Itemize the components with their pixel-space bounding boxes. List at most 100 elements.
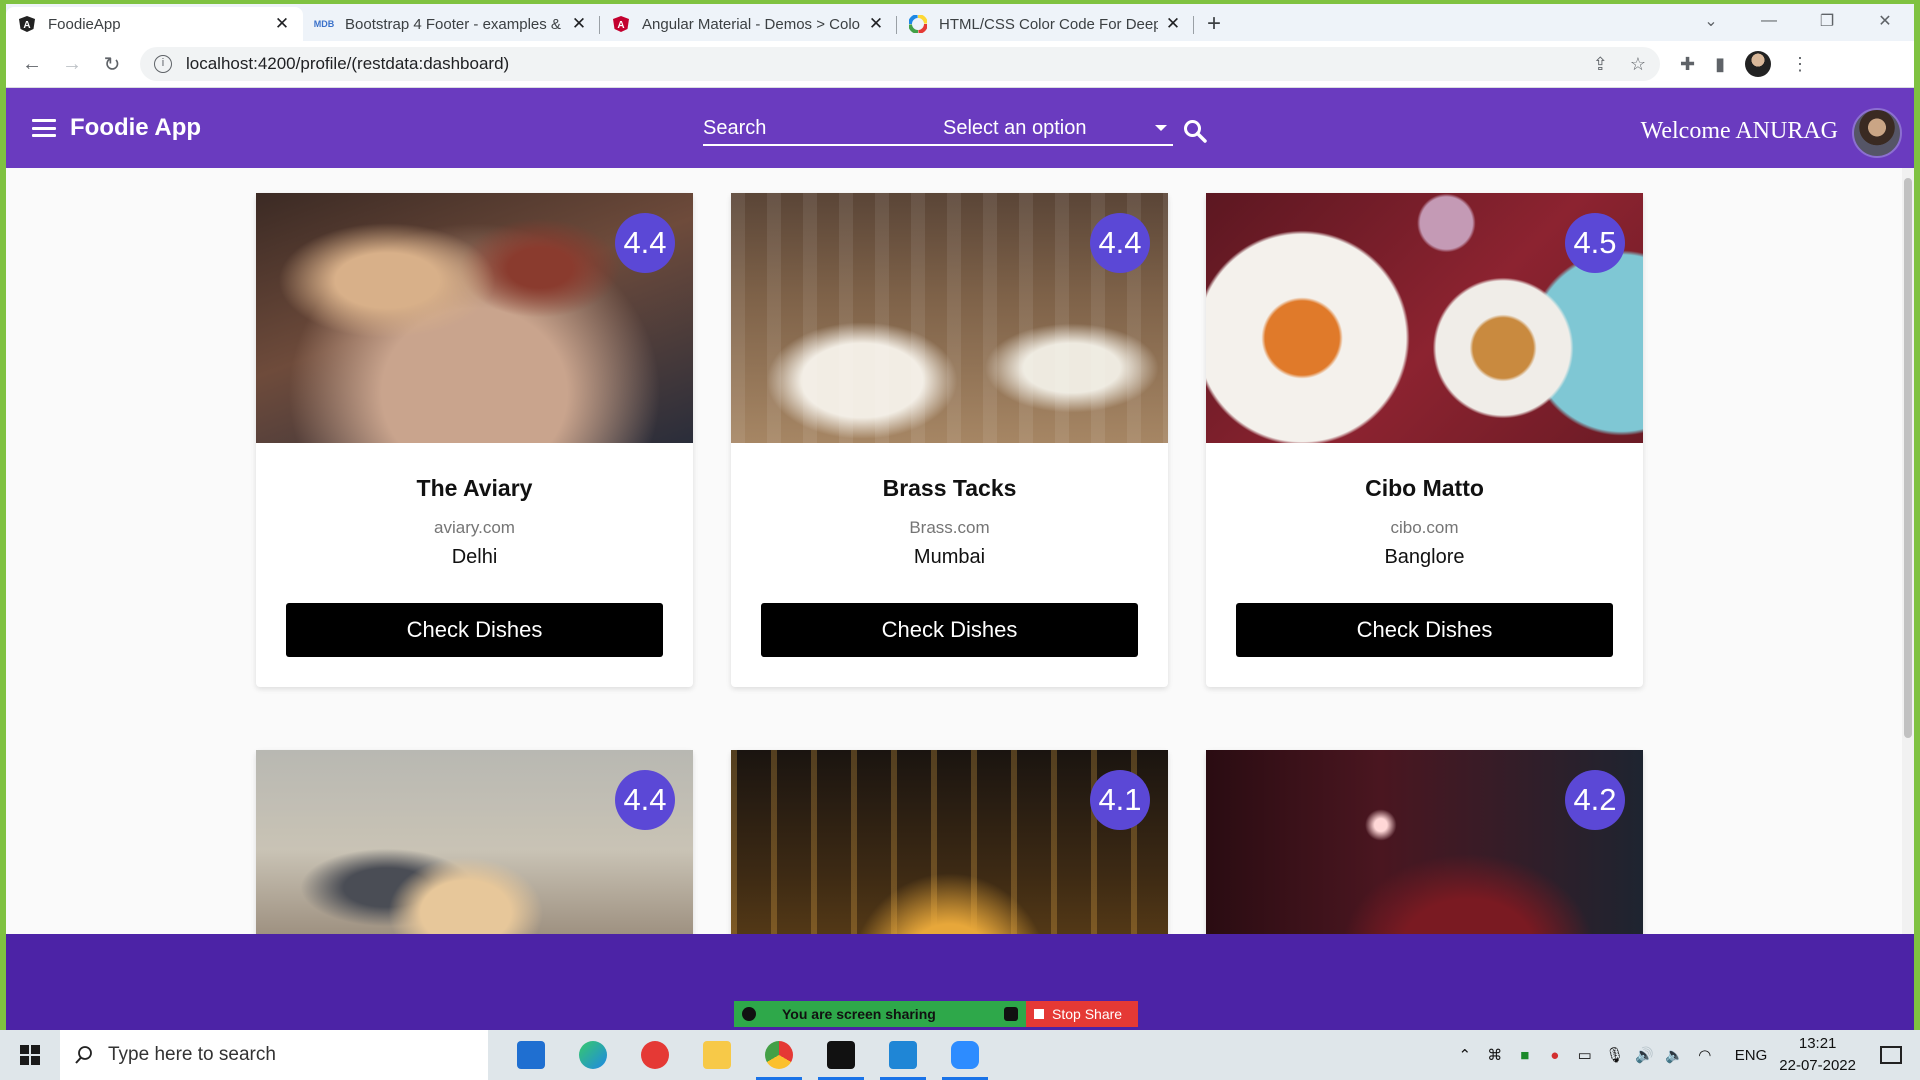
profile-icon[interactable] (1745, 51, 1771, 77)
notification-icon[interactable] (1880, 1046, 1902, 1064)
edge-app[interactable] (562, 1030, 624, 1080)
tab-title: Angular Material - Demos > Colo (642, 15, 861, 33)
rating-badge: 4.1 (1090, 770, 1150, 830)
extensions-icon[interactable]: ✚ (1680, 54, 1695, 75)
search-icon (75, 1046, 92, 1064)
forward-icon[interactable]: → (52, 53, 92, 76)
user-avatar[interactable] (1852, 108, 1902, 158)
option-select[interactable]: Select an option (943, 117, 1173, 140)
speaker-icon[interactable]: 🔈 (1663, 1046, 1687, 1064)
screen-share-bar: You are screen sharing Stop Share (734, 1001, 1138, 1027)
restaurant-card: 4.5 Cibo Matto cibo.com Banglore Check D… (1206, 193, 1643, 687)
microphone-icon[interactable]: 🎙 (1603, 1046, 1627, 1064)
rating-badge: 4.5 (1565, 213, 1625, 273)
restaurant-site: aviary.com (434, 518, 515, 537)
share-icon[interactable]: ⇪ (1593, 54, 1608, 75)
clock-time: 13:21 (1798, 1035, 1837, 1052)
scrollbar-thumb[interactable] (1904, 178, 1912, 738)
svg-text:A: A (617, 20, 624, 31)
start-button[interactable] (0, 1030, 60, 1080)
taskbar-apps (500, 1030, 996, 1080)
check-dishes-button[interactable]: Check Dishes (761, 603, 1138, 657)
side-panel-icon[interactable]: ▮ (1715, 54, 1725, 75)
chrome-app[interactable] (748, 1030, 810, 1080)
check-dishes-button[interactable]: Check Dishes (286, 603, 663, 657)
windows-taskbar: Type here to search ⌃ ⌘ ■ ● ▭ 🎙 🔊 🔈 ◠ EN… (0, 1030, 1920, 1080)
clock[interactable]: 13:21 22-07-2022 (1779, 1033, 1856, 1077)
zoom-app[interactable] (934, 1030, 996, 1080)
tab-angular-material[interactable]: A Angular Material - Demos > Colo ✕ (600, 7, 897, 41)
taskbar-search-input[interactable]: Type here to search (60, 1030, 488, 1080)
site-info-icon[interactable]: i (154, 55, 172, 73)
toolbar-extensions: ✚ ▮ ⋮ (1680, 51, 1809, 77)
menu-kebab-icon[interactable]: ⋮ (1791, 54, 1809, 75)
battery-icon[interactable]: ▭ (1573, 1046, 1597, 1064)
tab-foodieapp[interactable]: A FoodieApp ✕ (6, 7, 303, 41)
tab-search-icon[interactable]: ⌄ (1682, 11, 1740, 31)
select-value: Select an option (943, 116, 1087, 139)
restaurant-city: Delhi (451, 546, 498, 568)
clock-date: 22-07-2022 (1779, 1057, 1856, 1074)
stop-share-button[interactable]: Stop Share (1026, 1001, 1138, 1027)
screen-share-text: You are screen sharing (782, 1006, 936, 1022)
restaurant-image: 4.2 (1206, 750, 1643, 934)
restaurant-card: 4.4 Brass Tacks Brass.com Mumbai Check D… (731, 193, 1168, 687)
media-player-app[interactable] (624, 1030, 686, 1080)
wifi-icon[interactable]: ◠ (1693, 1046, 1717, 1064)
welcome-text: Welcome ANURAG (1640, 118, 1838, 144)
rating-badge: 4.4 (615, 770, 675, 830)
windows-logo-icon (20, 1045, 40, 1065)
reload-icon[interactable]: ↻ (92, 52, 132, 77)
shield-icon (1004, 1007, 1018, 1021)
tab-title: FoodieApp (48, 15, 121, 33)
vscode-app[interactable] (872, 1030, 934, 1080)
volume-icon[interactable]: 🔊 (1633, 1046, 1657, 1064)
search-icon[interactable] (1182, 118, 1208, 144)
intellij-app[interactable] (810, 1030, 872, 1080)
bookmark-star-icon[interactable]: ☆ (1630, 54, 1646, 75)
tab-title: Bootstrap 4 Footer - examples & (345, 15, 561, 33)
restore-icon[interactable]: ❐ (1798, 11, 1856, 31)
restaurant-city: Banglore (1384, 546, 1465, 568)
green-app-icon[interactable]: ■ (1513, 1047, 1537, 1064)
system-tray: ⌃ ⌘ ■ ● ▭ 🎙 🔊 🔈 ◠ ENG 13:21 22-07-2022 (1453, 1030, 1920, 1080)
taskbar-search-placeholder: Type here to search (108, 1044, 276, 1065)
app-brand[interactable]: Foodie App (70, 114, 201, 142)
check-dishes-button[interactable]: Check Dishes (1236, 603, 1613, 657)
color-wheel-icon (909, 15, 927, 33)
restaurant-site: cibo.com (1390, 518, 1459, 537)
back-icon[interactable]: ← (12, 53, 52, 76)
close-tab-icon[interactable]: ✕ (273, 14, 291, 34)
close-window-icon[interactable]: ✕ (1856, 11, 1914, 31)
network-icon[interactable]: ⌘ (1483, 1046, 1507, 1064)
tab-color-code[interactable]: HTML/CSS Color Code For Deep ✕ (897, 7, 1194, 41)
angular-red-icon: A (612, 15, 630, 33)
restaurant-image: 4.4 (731, 193, 1168, 443)
new-tab-button[interactable]: + (1194, 7, 1234, 41)
close-tab-icon[interactable]: ✕ (570, 14, 588, 34)
tab-bootstrap-footer[interactable]: MDB Bootstrap 4 Footer - examples & ✕ (303, 7, 600, 41)
close-tab-icon[interactable]: ✕ (867, 14, 885, 34)
restaurant-grid: 4.4 The Aviary aviary.com Delhi Check Di… (6, 168, 1902, 934)
restaurant-card: 4.4 (256, 750, 693, 934)
alert-badge-icon[interactable]: ● (1543, 1047, 1567, 1064)
address-bar: ← → ↻ i localhost:4200/profile/(restdata… (6, 41, 1914, 88)
chevron-up-icon[interactable]: ⌃ (1453, 1046, 1477, 1064)
app-header: Foodie App Search Select an option Welco… (6, 88, 1914, 168)
close-tab-icon[interactable]: ✕ (1164, 14, 1182, 34)
restaurant-city: Mumbai (913, 546, 986, 568)
dropdown-caret-icon (1155, 125, 1167, 131)
store-app[interactable] (500, 1030, 562, 1080)
url-field[interactable]: i localhost:4200/profile/(restdata:dashb… (140, 47, 1660, 81)
restaurant-image: 4.5 (1206, 193, 1643, 443)
rating-badge: 4.2 (1565, 770, 1625, 830)
window-controls: ⌄ — ❐ ✕ (1682, 4, 1914, 38)
page-scrollbar[interactable] (1902, 168, 1914, 934)
search-input[interactable]: Search (703, 117, 943, 140)
file-explorer-app[interactable] (686, 1030, 748, 1080)
stop-share-label: Stop Share (1052, 1006, 1123, 1022)
hamburger-menu-icon[interactable] (32, 119, 56, 137)
language-indicator[interactable]: ENG (1735, 1047, 1768, 1064)
minimize-icon[interactable]: — (1740, 12, 1798, 30)
restaurant-name: Brass Tacks (882, 475, 1017, 501)
